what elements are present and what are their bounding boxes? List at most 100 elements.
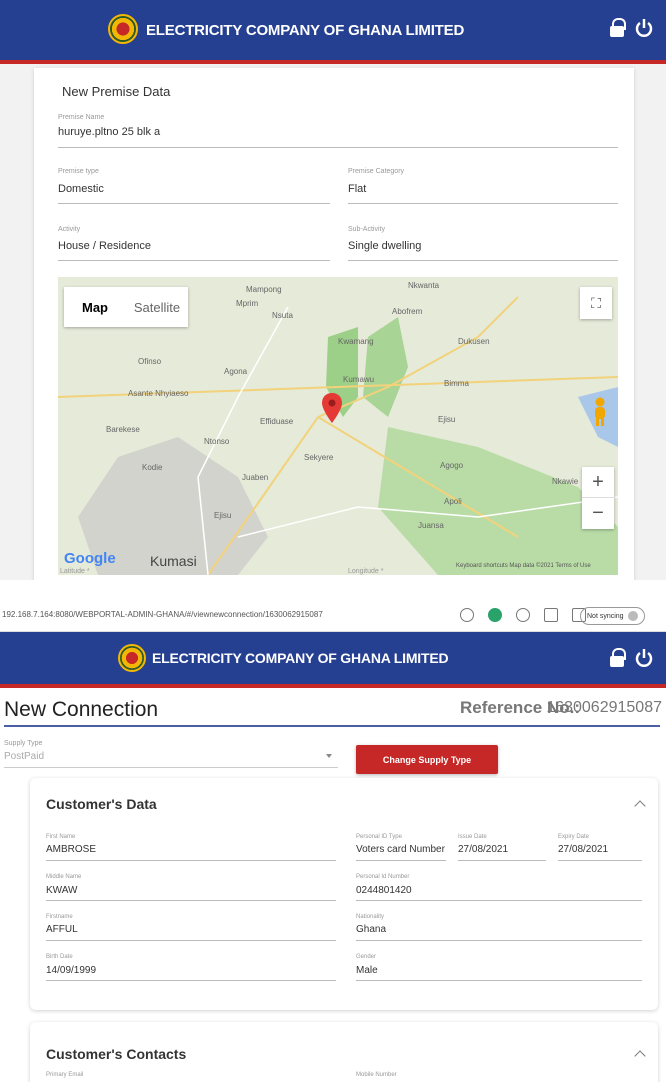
new-connection-screen: 192.168.7.164:8080/WEBPORTAL-ADMIN-GHANA… xyxy=(0,600,666,1082)
id-type-field[interactable]: Voters card Number xyxy=(356,844,445,855)
birth-date-field[interactable]: 14/09/1999 xyxy=(46,965,96,976)
map-place: Agona xyxy=(224,367,248,376)
sub-activity-label: Sub-Activity xyxy=(348,226,385,233)
map-place: Bimma xyxy=(444,379,469,388)
translate-icon[interactable] xyxy=(460,608,474,622)
longitude-label: Longitude * xyxy=(348,568,384,575)
ecg-logo-icon xyxy=(118,644,146,672)
birth-date-label: Birth Date xyxy=(46,954,73,960)
extension-icon[interactable] xyxy=(488,608,502,622)
supply-type-select[interactable]: PostPaid xyxy=(4,751,44,762)
activity-field[interactable]: House / Residence xyxy=(58,240,151,252)
expiry-date-field[interactable]: 27/08/2021 xyxy=(558,844,608,855)
nationality-label: Nationality xyxy=(356,914,385,920)
app-header: ELECTRICITY COMPANY OF GHANA LIMITED xyxy=(0,0,666,64)
surname-label: Firstname xyxy=(46,914,73,920)
city-label: Kumasi xyxy=(150,553,197,569)
map-place: Kumawu xyxy=(343,375,375,384)
premise-section-title: New Premise Data xyxy=(62,84,171,99)
first-name-field[interactable]: AMBROSE xyxy=(46,844,96,855)
url-field[interactable]: 192.168.7.164:8080/WEBPORTAL-ADMIN-GHANA… xyxy=(2,610,323,619)
location-pin-icon[interactable] xyxy=(322,393,342,423)
map-place: Mprim xyxy=(236,299,259,308)
power-icon[interactable] xyxy=(634,18,654,38)
company-name: ELECTRICITY COMPANY OF GHANA LIMITED xyxy=(146,22,465,39)
customer-data-title: Customer's Data xyxy=(46,796,157,812)
map-place: Agogo xyxy=(440,461,464,470)
chevron-down-icon[interactable] xyxy=(326,754,332,758)
id-number-label: Personal Id Number xyxy=(356,874,410,880)
street-view-icon[interactable] xyxy=(592,397,608,427)
issue-date-field[interactable]: 27/08/2021 xyxy=(458,844,508,855)
map-tab[interactable]: Map xyxy=(64,287,126,327)
not-syncing-label: Not syncing xyxy=(587,612,624,620)
primary-email-label: Primary Email xyxy=(46,1072,84,1078)
premise-type-field[interactable]: Domestic xyxy=(58,183,104,195)
map-footer: Keyboard shortcuts Map data ©2021 Terms … xyxy=(456,563,591,569)
collapse-icon[interactable] xyxy=(634,800,646,812)
profile-sync-button[interactable]: Not syncing xyxy=(580,607,645,625)
latitude-label: Latitude * xyxy=(60,568,90,575)
customer-contacts-card: Customer's Contacts Primary Email Mobile… xyxy=(30,1022,658,1082)
map-place: Barekese xyxy=(106,425,140,434)
mobile-number-label: Mobile Number xyxy=(356,1072,397,1078)
star-icon[interactable] xyxy=(544,608,558,622)
reload-icon[interactable] xyxy=(516,608,530,622)
gender-field[interactable]: Male xyxy=(356,965,378,976)
premise-type-label: Premise type xyxy=(58,168,99,175)
surname-field[interactable]: AFFUL xyxy=(46,924,78,935)
premise-category-label: Premise Category xyxy=(348,168,405,175)
premise-name-field[interactable]: huruye.pltno 25 blk a xyxy=(58,126,160,138)
premise-category-field[interactable]: Flat xyxy=(348,183,366,195)
company-name: ELECTRICITY COMPANY OF GHANA LIMITED xyxy=(152,650,449,666)
map-place: Ntonso xyxy=(204,437,230,446)
avatar xyxy=(627,611,638,621)
zoom-controls: + − xyxy=(582,467,614,529)
google-logo: Google xyxy=(64,550,116,567)
first-name-label: First Name xyxy=(46,834,76,840)
location-map[interactable]: Mampong Mprim Nsuta Abofrem Ofinso Agona… xyxy=(58,277,618,575)
gender-label: Gender xyxy=(356,954,377,960)
fullscreen-icon[interactable]: ⛶ xyxy=(580,287,612,319)
map-place: Abofrem xyxy=(392,307,423,316)
map-place: Kwamang xyxy=(338,337,374,346)
zoom-in-button[interactable]: + xyxy=(582,467,614,498)
map-place: Nsuta xyxy=(272,311,293,320)
id-type-label: Personal ID Type xyxy=(356,834,402,840)
expiry-date-label: Expiry Date xyxy=(558,834,590,840)
page-title: New Connection xyxy=(4,698,159,721)
app-header: ELECTRICITY COMPANY OF GHANA LIMITED xyxy=(0,632,666,688)
lock-icon[interactable] xyxy=(610,648,626,668)
map-place: Ofinso xyxy=(138,357,162,366)
map-place: Nkwanta xyxy=(408,281,440,290)
collapse-icon[interactable] xyxy=(634,1050,646,1062)
change-supply-type-button[interactable]: Change Supply Type xyxy=(356,745,498,774)
middle-name-label: Middle Name xyxy=(46,874,82,880)
issue-date-label: Issue Date xyxy=(458,834,487,840)
supply-type-label: Supply Type xyxy=(4,740,43,747)
customer-data-card: Customer's Data First Name AMBROSE Middl… xyxy=(30,778,658,1010)
satellite-tab[interactable]: Satellite xyxy=(126,287,188,327)
map-place: Dukusen xyxy=(458,337,490,346)
sub-activity-field[interactable]: Single dwelling xyxy=(348,240,421,252)
map-place: Sekyere xyxy=(304,453,334,462)
map-place: Mampong xyxy=(246,285,282,294)
lock-icon[interactable] xyxy=(610,18,626,38)
zoom-out-button[interactable]: − xyxy=(582,498,614,529)
premise-name-label: Premise Name xyxy=(58,114,105,121)
map-place: Nkawie xyxy=(552,477,579,486)
activity-label: Activity xyxy=(58,226,81,233)
reference-number: 1630062915087 xyxy=(546,699,662,716)
map-type-toggle: Map Satellite xyxy=(64,287,188,327)
power-icon[interactable] xyxy=(634,648,654,668)
middle-name-field[interactable]: KWAW xyxy=(46,885,77,896)
map-place: Juansa xyxy=(418,521,444,530)
map-place: Effiduase xyxy=(260,417,294,426)
map-place: Ejisu xyxy=(438,415,456,424)
ecg-logo-icon xyxy=(108,14,138,44)
nationality-field[interactable]: Ghana xyxy=(356,924,386,935)
map-place: Apoli xyxy=(444,497,462,506)
id-number-field[interactable]: 0244801420 xyxy=(356,885,412,896)
map-place: Kodie xyxy=(142,463,163,472)
customer-contacts-title: Customer's Contacts xyxy=(46,1046,187,1062)
